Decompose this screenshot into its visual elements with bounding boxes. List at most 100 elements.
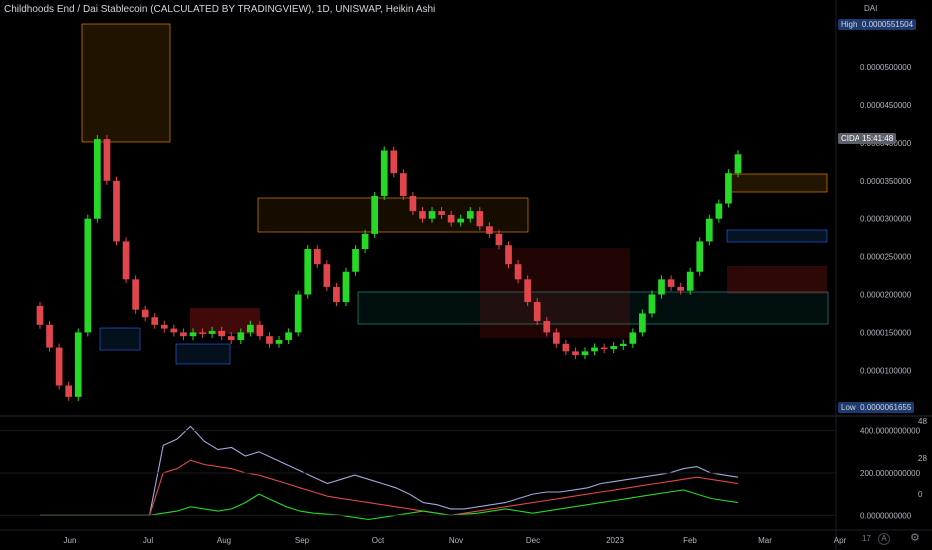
currency-label: DAI (864, 4, 878, 13)
auto-scale-icon[interactable]: A (878, 533, 890, 545)
candle-body (658, 279, 665, 295)
candle-body (55, 347, 63, 386)
indicator-right-tick: 28 (918, 454, 927, 463)
candle-body (113, 180, 120, 242)
candle-body (180, 332, 187, 337)
candle-body (237, 332, 245, 340)
high-tag: High 0.0000551504 (838, 19, 917, 30)
candle-body (371, 195, 379, 234)
candle-body (65, 385, 73, 397)
time-tick-label: Oct (372, 536, 385, 545)
indicator-tick-label: 0.0000000000 (860, 511, 912, 520)
candle-body (715, 203, 723, 219)
candle-body (419, 211, 426, 219)
time-tick-label: 2023 (606, 536, 624, 545)
demand-zone-jul (175, 343, 231, 365)
indicator-right-tick: 0 (918, 490, 923, 499)
price-tick-label: 0.0000150000 (860, 328, 912, 337)
candle-body (323, 264, 331, 287)
candle-body (677, 286, 684, 291)
candle-body (428, 211, 436, 219)
time-tick-label: Jul (143, 536, 153, 545)
zone-d-r (726, 173, 828, 193)
tradingview-logo-icon[interactable]: 17 (862, 534, 871, 543)
price-tick-label: 0.0000300000 (860, 215, 912, 224)
gear-icon[interactable]: ⚙ (910, 531, 920, 544)
candle-body (619, 343, 627, 347)
time-tick-label: Dec (526, 536, 540, 545)
candle-body (486, 226, 493, 234)
price-tick-label: 0.0000500000 (860, 63, 912, 72)
candle-body (648, 294, 656, 314)
candle-body (170, 328, 178, 333)
candle-body (122, 241, 130, 280)
indicator-line (40, 425, 739, 516)
candle-body (591, 347, 598, 352)
candle-body (390, 150, 398, 174)
candle-body (543, 321, 551, 333)
candle-body (313, 249, 321, 265)
candle-body (94, 139, 101, 219)
candle-body (552, 332, 560, 344)
price-tick-label: 0.0000250000 (860, 253, 912, 262)
candle-body (409, 195, 417, 212)
supply-zone-top (81, 23, 171, 143)
candle-body (562, 343, 570, 352)
candle-body (533, 302, 541, 322)
candle-body (151, 317, 159, 325)
candle-body (36, 305, 44, 325)
time-tick-label: Nov (449, 536, 463, 545)
time-tick-label: Sep (295, 536, 310, 545)
candle-body (696, 241, 704, 272)
candle-body (438, 211, 445, 215)
candle-body (275, 339, 283, 344)
candle-body (600, 347, 608, 350)
time-tick-label: Apr (834, 536, 847, 545)
candle-body (447, 214, 455, 223)
candle-body (524, 279, 531, 303)
candle-body (141, 309, 149, 318)
candle-body (294, 294, 302, 333)
candle-body (380, 150, 388, 196)
price-tick-label: 0.0000350000 (860, 177, 912, 186)
candle-body (304, 249, 312, 295)
candle-body (705, 218, 713, 242)
demand-zone-jun (99, 327, 141, 351)
candle-body (639, 313, 646, 333)
countdown-tag: 15:41:48 (859, 133, 897, 144)
candle-body (514, 264, 522, 280)
price-chart[interactable]: 0.00000500000.00001000000.00001500000.00… (0, 0, 932, 550)
candle-body (199, 332, 206, 334)
candle-body (505, 245, 512, 265)
time-tick-label: Jun (64, 536, 77, 545)
candle-body (160, 324, 168, 329)
candle-body (352, 249, 359, 272)
candle-body (285, 332, 292, 340)
candle-body (227, 336, 235, 340)
price-tick-label: 0.0000450000 (860, 101, 912, 110)
candle-body (256, 324, 264, 337)
candle-body (74, 332, 82, 397)
candle-body (84, 218, 92, 333)
candle-body (208, 330, 216, 334)
time-tick-label: Feb (683, 536, 697, 545)
candle-body (218, 330, 226, 337)
candle-body (342, 271, 350, 303)
indicator-line (40, 459, 739, 516)
candle-body (581, 351, 589, 356)
candle-body (734, 154, 742, 174)
time-tick-label: Mar (758, 536, 772, 545)
candle-body (725, 173, 732, 204)
candle-body (476, 211, 484, 227)
low-tag: Low 0.0000061655 (838, 402, 915, 413)
candle-body (333, 286, 340, 303)
candle-body (667, 279, 675, 287)
candle-body (189, 332, 197, 337)
candle-body (46, 324, 53, 348)
candle-body (457, 218, 465, 223)
candle-body (610, 346, 618, 350)
price-tick-label: 0.0000100000 (860, 366, 912, 375)
price-tick-label: 0.0000200000 (860, 290, 912, 299)
zone-w-r (727, 266, 827, 294)
candle-body (686, 271, 694, 291)
